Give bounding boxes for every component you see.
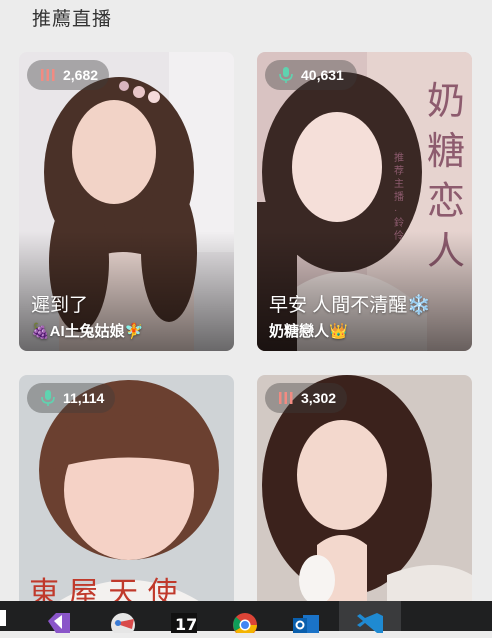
viewer-count-badge: 40,631 xyxy=(265,60,357,90)
viewer-count-badge: 3,302 xyxy=(265,383,347,413)
trading-app-icon[interactable]: 17 xyxy=(169,609,199,634)
windows-taskbar: 17 xyxy=(0,601,492,637)
viewer-count-badge: 11,114 xyxy=(27,383,115,413)
viewer-count: 3,302 xyxy=(301,390,337,406)
streamer-name: 奶糖戀人👑 xyxy=(269,323,348,340)
poster-subtext: 推荐主播 · 鈴伶 xyxy=(394,153,404,242)
svg-text:17: 17 xyxy=(175,615,197,633)
vscode-icon[interactable] xyxy=(355,609,385,633)
bars-icon xyxy=(277,389,295,407)
live-card[interactable]: 東 屋 天 使 11,114 xyxy=(19,375,234,615)
viewer-count: 2,682 xyxy=(63,67,99,83)
chrome-icon[interactable] xyxy=(230,609,260,637)
visual-studio-icon[interactable] xyxy=(44,609,74,633)
outlook-icon[interactable] xyxy=(291,609,321,633)
taskbar-item-partial-icon[interactable] xyxy=(0,607,16,631)
live-card[interactable]: 2,682 遲到了 🍇AI土兔姑娘🧚 xyxy=(19,52,234,351)
viewer-count-badge: 2,682 xyxy=(27,60,109,90)
viewer-count: 11,114 xyxy=(63,390,105,406)
section-title: 推薦直播 xyxy=(32,9,113,30)
stream-title: 遲到了 xyxy=(31,295,89,316)
microphone-icon xyxy=(39,389,57,407)
bars-icon xyxy=(39,66,57,84)
live-card[interactable]: 奶糖恋人 推荐主播 · 鈴伶 40,631 早安 人間不清醒❄️ 奶糖戀人👑 xyxy=(257,52,472,351)
viewer-count: 40,631 xyxy=(301,67,344,83)
live-card[interactable]: 3,302 xyxy=(257,375,472,615)
streamer-name: 🍇AI土兔姑娘🧚 xyxy=(31,323,144,340)
snipping-tool-icon[interactable] xyxy=(108,609,138,637)
microphone-icon xyxy=(277,66,295,84)
stream-title: 早安 人間不清醒❄️ xyxy=(269,295,431,316)
